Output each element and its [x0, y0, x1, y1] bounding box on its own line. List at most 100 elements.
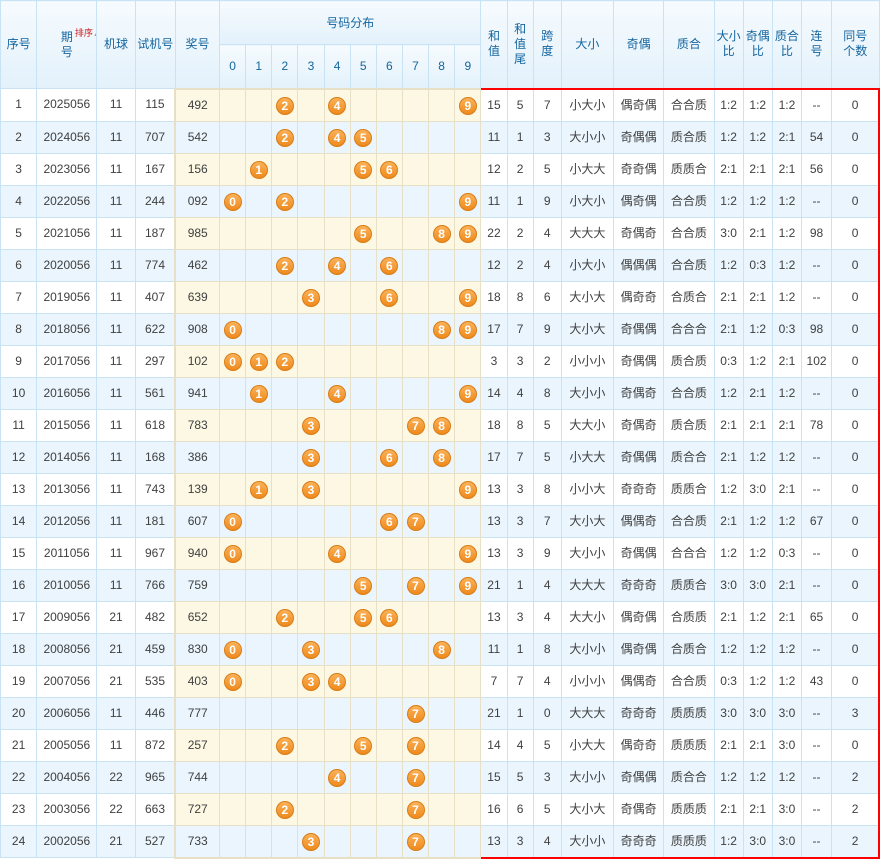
digit-cell-5 — [350, 825, 376, 858]
consecutive-number-cell: 54 — [801, 121, 831, 153]
big-small-cell: 大大小 — [561, 409, 613, 441]
sort-control[interactable]: 排序▲ — [75, 28, 97, 39]
digit-cell-9: 9 — [455, 473, 481, 505]
number-ball-9: 9 — [459, 193, 477, 211]
test-number-cell: 187 — [135, 217, 175, 249]
consecutive-number-cell: 56 — [801, 153, 831, 185]
digit-cell-2 — [272, 697, 298, 729]
winning-number-cell: 139 — [175, 473, 219, 505]
prime-composite-ratio-cell: 3:0 — [772, 697, 801, 729]
digit-cell-2 — [272, 537, 298, 569]
odd-even-cell: 奇奇奇 — [614, 825, 664, 858]
machine-label: 机球 — [104, 37, 128, 52]
test-number-cell: 618 — [135, 409, 175, 441]
period-cell: 2004056 — [37, 761, 97, 793]
sum-cell: 15 — [481, 89, 507, 122]
consecutive-label: 连 号 — [811, 29, 823, 59]
header-row-main: 序号 期 排序▲ 号 机球 试机号 奖号 号码分布 和 值 和 值 尾 跨 度 … — [1, 1, 880, 45]
digit-cell-2 — [272, 473, 298, 505]
period-cell: 2009056 — [37, 601, 97, 633]
digit-cell-3 — [298, 153, 324, 185]
sum-tail-cell: 3 — [507, 601, 533, 633]
digit-cell-0 — [220, 377, 246, 409]
digit-cell-6 — [376, 377, 402, 409]
big-small-ratio-cell: 2:1 — [714, 601, 743, 633]
odd-even-cell: 偶奇奇 — [614, 281, 664, 313]
digit-header-8: 8 — [429, 45, 455, 89]
digit-cell-3: 3 — [298, 825, 324, 858]
digit-cell-4: 4 — [324, 121, 350, 153]
consecutive-number-cell: 67 — [801, 505, 831, 537]
seq-cell: 2 — [1, 121, 37, 153]
period-cell: 2006056 — [37, 697, 97, 729]
sort-label[interactable]: 排序 — [75, 28, 93, 38]
number-ball-0: 0 — [224, 193, 242, 211]
digit-header-7: 7 — [402, 45, 428, 89]
span-cell: 3 — [533, 121, 561, 153]
digit-cell-6: 6 — [376, 249, 402, 281]
col-header-oe-ratio: 奇偶 比 — [743, 1, 772, 89]
digit-cell-7 — [402, 121, 428, 153]
consecutive-number-cell: 98 — [801, 217, 831, 249]
digit-cell-3: 3 — [298, 633, 324, 665]
table-row: 162010056117667595792114大大大奇奇奇质质合3:03:02… — [1, 569, 880, 601]
col-header-big-small: 大小 — [561, 1, 613, 89]
digit-cell-0 — [220, 89, 246, 122]
digit-cell-2: 2 — [272, 601, 298, 633]
digit-cell-0 — [220, 697, 246, 729]
col-header-machine: 机球 — [97, 1, 135, 89]
digit-cell-4 — [324, 729, 350, 761]
digit-cell-0 — [220, 249, 246, 281]
prime-composite-ratio-cell: 2:1 — [772, 569, 801, 601]
consecutive-number-cell: 78 — [801, 409, 831, 441]
sum-tail-cell: 3 — [507, 473, 533, 505]
big-small-label: 大小 — [575, 37, 599, 52]
digit-cell-1 — [246, 601, 272, 633]
seq-cell: 19 — [1, 665, 37, 697]
consecutive-number-cell: 65 — [801, 601, 831, 633]
big-small-ratio-cell: 2:1 — [714, 281, 743, 313]
digit-cell-1 — [246, 729, 272, 761]
prime-comp-label: 质合 — [677, 37, 701, 52]
big-small-cell: 大小大 — [561, 505, 613, 537]
winning-number-cell: 257 — [175, 729, 219, 761]
col-header-distribution: 号码分布 — [220, 1, 481, 45]
prime-composite-ratio-cell: 1:2 — [772, 665, 801, 697]
prime-composite-ratio-cell: 3:0 — [772, 729, 801, 761]
digit-cell-4: 4 — [324, 665, 350, 697]
big-small-cell: 小小小 — [561, 665, 613, 697]
digit-cell-8: 8 — [429, 313, 455, 345]
same-count-cell: 3 — [832, 697, 879, 729]
digit-cell-4: 4 — [324, 249, 350, 281]
number-ball-9: 9 — [459, 545, 477, 563]
digit-cell-7 — [402, 441, 428, 473]
number-ball-0: 0 — [224, 673, 242, 691]
table-row: 2020060561144677772110大大大奇奇奇质质质3:03:03:0… — [1, 697, 880, 729]
digit-cell-8 — [429, 569, 455, 601]
same-count-cell: 0 — [832, 153, 879, 185]
digit-cell-6 — [376, 569, 402, 601]
digit-cell-8 — [429, 505, 455, 537]
table-row: 152011056119679400491339大小小奇偶偶合合合1:21:20… — [1, 537, 880, 569]
digit-cell-7 — [402, 633, 428, 665]
number-ball-3: 3 — [302, 673, 320, 691]
digit-cell-9: 9 — [455, 313, 481, 345]
consecutive-number-cell: -- — [801, 697, 831, 729]
digit-cell-8 — [429, 825, 455, 858]
digit-cell-5 — [350, 345, 376, 377]
consecutive-number-cell: -- — [801, 793, 831, 825]
prime-composite-ratio-cell: 3:0 — [772, 825, 801, 858]
test-number-cell: 527 — [135, 825, 175, 858]
same-count-cell: 0 — [832, 729, 879, 761]
winning-number-cell: 492 — [175, 89, 219, 122]
digit-cell-7: 7 — [402, 697, 428, 729]
machine-ball-cell: 11 — [97, 313, 135, 345]
machine-ball-cell: 21 — [97, 601, 135, 633]
big-small-cell: 大小大 — [561, 793, 613, 825]
digit-cell-7 — [402, 185, 428, 217]
consecutive-number-cell: -- — [801, 377, 831, 409]
sum-cell: 14 — [481, 377, 507, 409]
number-ball-7: 7 — [407, 801, 425, 819]
seq-cell: 3 — [1, 153, 37, 185]
digit-cell-9: 9 — [455, 89, 481, 122]
